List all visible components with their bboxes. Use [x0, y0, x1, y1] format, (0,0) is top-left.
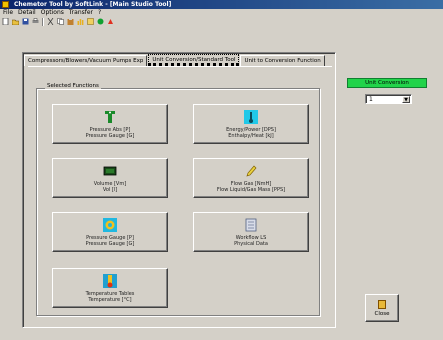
tab-strip: Compressors/Blowers/Vacuum Pumps Exp Uni… [24, 54, 326, 66]
flow-gas-button[interactable]: Flow Gas [NmH] Flow Liquid/Gas Mass [PPS… [193, 158, 309, 198]
app-icon [2, 1, 9, 8]
print-icon[interactable] [31, 18, 40, 26]
table-icon[interactable] [86, 18, 95, 26]
door-icon [378, 299, 386, 309]
paste-icon[interactable] [66, 18, 75, 26]
toolbar-separator [42, 17, 44, 26]
menu-help[interactable]: ? [97, 9, 102, 17]
open-icon[interactable] [11, 18, 20, 26]
tab-conversion-function[interactable]: Unit to Conversion Function [240, 55, 325, 66]
stop-icon[interactable] [106, 18, 115, 26]
temperature-icon [103, 273, 117, 288]
toolbar [0, 17, 443, 26]
menu-options[interactable]: Options [40, 9, 65, 17]
temperature-button[interactable]: Temperature Tables Temperature [°C] [52, 268, 168, 308]
chevron-down-icon[interactable]: ▼ [402, 96, 410, 103]
title-bar: Chemetor Tool by SoftLink - [Main Studio… [0, 0, 443, 9]
exit-label: Close [374, 310, 390, 317]
menu-file[interactable]: File [2, 9, 14, 17]
thermometer-icon [244, 109, 258, 124]
pressure-gauge-button[interactable]: Pressure Gauge [P] Pressure Gauge [G] [52, 212, 168, 252]
volume-button[interactable]: Volume [Vm] Vol [l] [52, 158, 168, 198]
button-label: Pressure Gauge [G] [85, 132, 135, 139]
window-title: Chemetor Tool by SoftLink - [Main Studio… [14, 1, 172, 8]
gauge-icon [103, 110, 117, 124]
pencil-icon [244, 164, 258, 178]
unit-dropdown[interactable]: 1 ▼ [365, 94, 412, 104]
cut-icon[interactable] [46, 18, 55, 26]
gear-icon [103, 217, 117, 232]
button-label: Flow Liquid/Gas Mass [PPS] [216, 186, 286, 193]
energy-power-button[interactable]: Energy/Power [DPS] Enthalpy/Heat [kJ] [193, 104, 309, 144]
menu-bar: File Detail Options Transfer ? [0, 9, 443, 17]
monitor-icon [103, 164, 117, 178]
dropdown-value: 1 [369, 96, 373, 103]
button-label: Temperature [°C] [88, 296, 132, 303]
exit-button[interactable]: Close [365, 294, 399, 322]
pressure-abs-button[interactable]: Pressure Abs [P] Pressure Gauge [G] [52, 104, 168, 144]
run-icon[interactable] [96, 18, 105, 26]
button-label: Enthalpy/Heat [kJ] [228, 132, 274, 139]
button-label: Pressure Gauge [G] [85, 240, 135, 247]
chart-icon[interactable] [76, 18, 85, 26]
tab-compressors[interactable]: Compressors/Blowers/Vacuum Pumps Exp [24, 55, 148, 66]
unit-conversion-label: Unit Conversion [347, 78, 427, 88]
tab-unit-conversion[interactable]: Unit Conversion/Standard Tool [148, 54, 240, 66]
copy-icon[interactable] [56, 18, 65, 26]
menu-transfer[interactable]: Transfer [68, 9, 94, 17]
group-label: Selected Functions [45, 83, 101, 89]
button-label: Vol [l] [102, 186, 118, 193]
document-icon [244, 218, 258, 232]
save-icon[interactable] [21, 18, 30, 26]
new-icon[interactable] [1, 18, 10, 26]
menu-detail[interactable]: Detail [17, 9, 37, 17]
workflow-button[interactable]: Workflow LS Physical Data [193, 212, 309, 252]
button-label: Physical Data [234, 240, 268, 247]
